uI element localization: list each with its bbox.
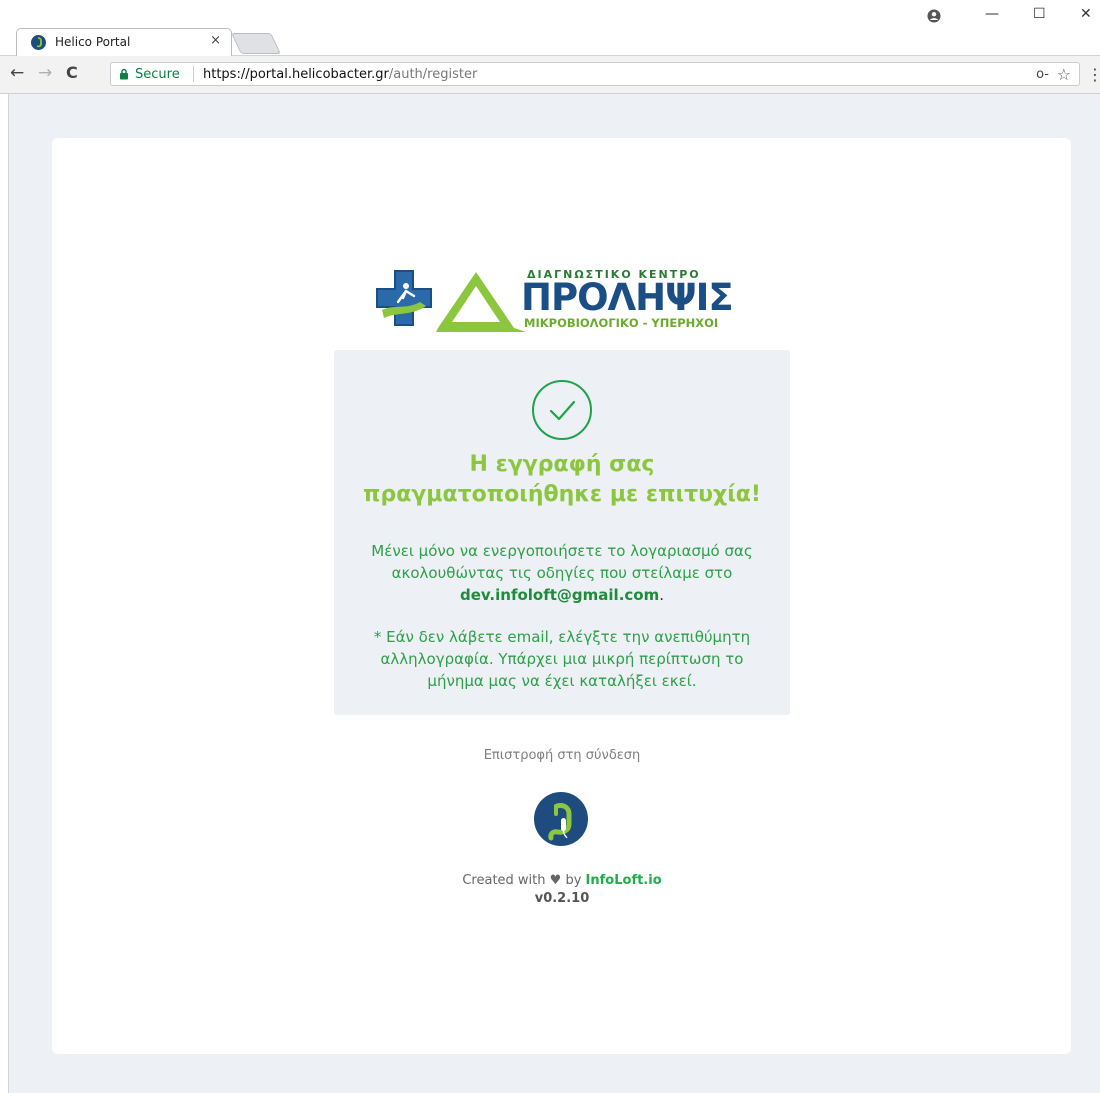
app-version: v0.2.10 bbox=[534, 891, 590, 906]
success-title-line2: πραγματοποιήθηκε με επιτυχία! bbox=[363, 482, 761, 507]
secure-label: Secure bbox=[135, 67, 180, 82]
url-text[interactable]: https://portal.helicobacter.gr/auth/regi… bbox=[203, 67, 477, 82]
page-viewport: ΔΙΑΓΝΩΣΤΙΚΟ ΚΕΝΤΡΟ ΠΡΟΛΗΨΙΣ ΜΙΚΡΟΒΙΟΛΟΓΙ… bbox=[8, 94, 1100, 1093]
check-circle-icon bbox=[532, 380, 592, 440]
close-window-button[interactable]: ✕ bbox=[1080, 6, 1092, 22]
url-separator bbox=[193, 66, 194, 82]
browser-window: Helico Portal × — ☐ ✕ ← → C Secure https… bbox=[0, 0, 1100, 1093]
browser-tab[interactable]: Helico Portal × bbox=[16, 28, 232, 56]
url-path: /auth/register bbox=[388, 67, 478, 82]
success-email-line: dev.infoloft@gmail.com. bbox=[352, 584, 772, 606]
success-title: Η εγγραφή σας πραγματοποιήθηκε με επιτυχ… bbox=[352, 450, 772, 510]
helico-logo-icon bbox=[534, 792, 588, 846]
spam-note-line2: αλληλογραφία. Υπάρχει μια μικρή περίπτωσ… bbox=[380, 650, 744, 668]
tab-close-icon[interactable]: × bbox=[210, 33, 221, 48]
minimize-button[interactable]: — bbox=[985, 6, 999, 22]
key-icon[interactable]: o- bbox=[1036, 67, 1049, 82]
browser-menu-icon[interactable]: ⋮ bbox=[1087, 65, 1100, 84]
reload-icon[interactable]: C bbox=[66, 64, 78, 82]
back-arrow-icon[interactable]: ← bbox=[10, 64, 24, 82]
spam-note-line1: * Εάν δεν λάβετε email, ελέγξτε την ανεπ… bbox=[373, 628, 751, 646]
helico-favicon-icon bbox=[31, 35, 46, 50]
success-panel: Η εγγραφή σας πραγματοποιήθηκε με επιτυχ… bbox=[334, 350, 790, 715]
spam-note: * Εάν δεν λάβετε email, ελέγξτε την ανεπ… bbox=[352, 626, 772, 692]
footer: Created with ♥ by InfoLoft.io v0.2.10 bbox=[334, 872, 790, 908]
footer-created-with: Created with bbox=[462, 873, 546, 888]
profile-icon[interactable] bbox=[927, 9, 941, 23]
logo-line3: ΜΙΚΡΟΒΙΟΛΟΓΙΚΟ - ΥΠΕΡΗΧΟΙ bbox=[524, 316, 719, 330]
spam-note-line3: μήνημα μας να έχει καταλήξει εκεί. bbox=[427, 672, 697, 690]
success-message-line1: Μένει μόνο να ενεργοποιήσετε το λογαριασ… bbox=[371, 542, 753, 560]
lock-icon bbox=[120, 68, 128, 80]
heart-icon: ♥ bbox=[549, 873, 562, 888]
bookmark-star-icon[interactable]: ☆ bbox=[1057, 65, 1071, 84]
logo-line2: ΠΡΟΛΗΨΙΣ bbox=[521, 276, 734, 319]
prolipsis-logo: ΔΙΑΓΝΩΣΤΙΚΟ ΚΕΝΤΡΟ ΠΡΟΛΗΨΙΣ ΜΙΚΡΟΒΙΟΛΟΓΙ… bbox=[376, 266, 756, 332]
back-to-login-link[interactable]: Επιστροφή στη σύνδεση bbox=[334, 748, 790, 763]
registered-email: dev.infoloft@gmail.com bbox=[459, 586, 660, 604]
prolipsis-emblem-icon bbox=[376, 270, 526, 332]
infoloft-link[interactable]: InfoLoft.io bbox=[586, 873, 662, 888]
maximize-button[interactable]: ☐ bbox=[1033, 6, 1046, 22]
footer-by: by bbox=[565, 873, 582, 888]
new-tab-button[interactable] bbox=[231, 33, 281, 54]
register-success-card: ΔΙΑΓΝΩΣΤΙΚΟ ΚΕΝΤΡΟ ΠΡΟΛΗΨΙΣ ΜΙΚΡΟΒΙΟΛΟΓΙ… bbox=[52, 138, 1071, 1054]
forward-arrow-icon[interactable]: → bbox=[38, 64, 52, 82]
address-bar[interactable]: Secure https://portal.helicobacter.gr/au… bbox=[110, 62, 1080, 86]
tab-strip: Helico Portal × — ☐ ✕ bbox=[0, 0, 1100, 56]
tab-title: Helico Portal bbox=[55, 35, 131, 49]
url-host: https://portal.helicobacter.gr bbox=[203, 67, 389, 82]
browser-toolbar: ← → C Secure https://portal.helicobacter… bbox=[0, 56, 1100, 94]
success-message: Μένει μόνο να ενεργοποιήσετε το λογαριασ… bbox=[352, 540, 772, 606]
success-title-line1: Η εγγραφή σας bbox=[469, 452, 655, 477]
success-message-line2: ακολουθώντας τις οδηγίες που στείλαμε στ… bbox=[391, 564, 733, 582]
email-suffix: . bbox=[659, 586, 665, 604]
